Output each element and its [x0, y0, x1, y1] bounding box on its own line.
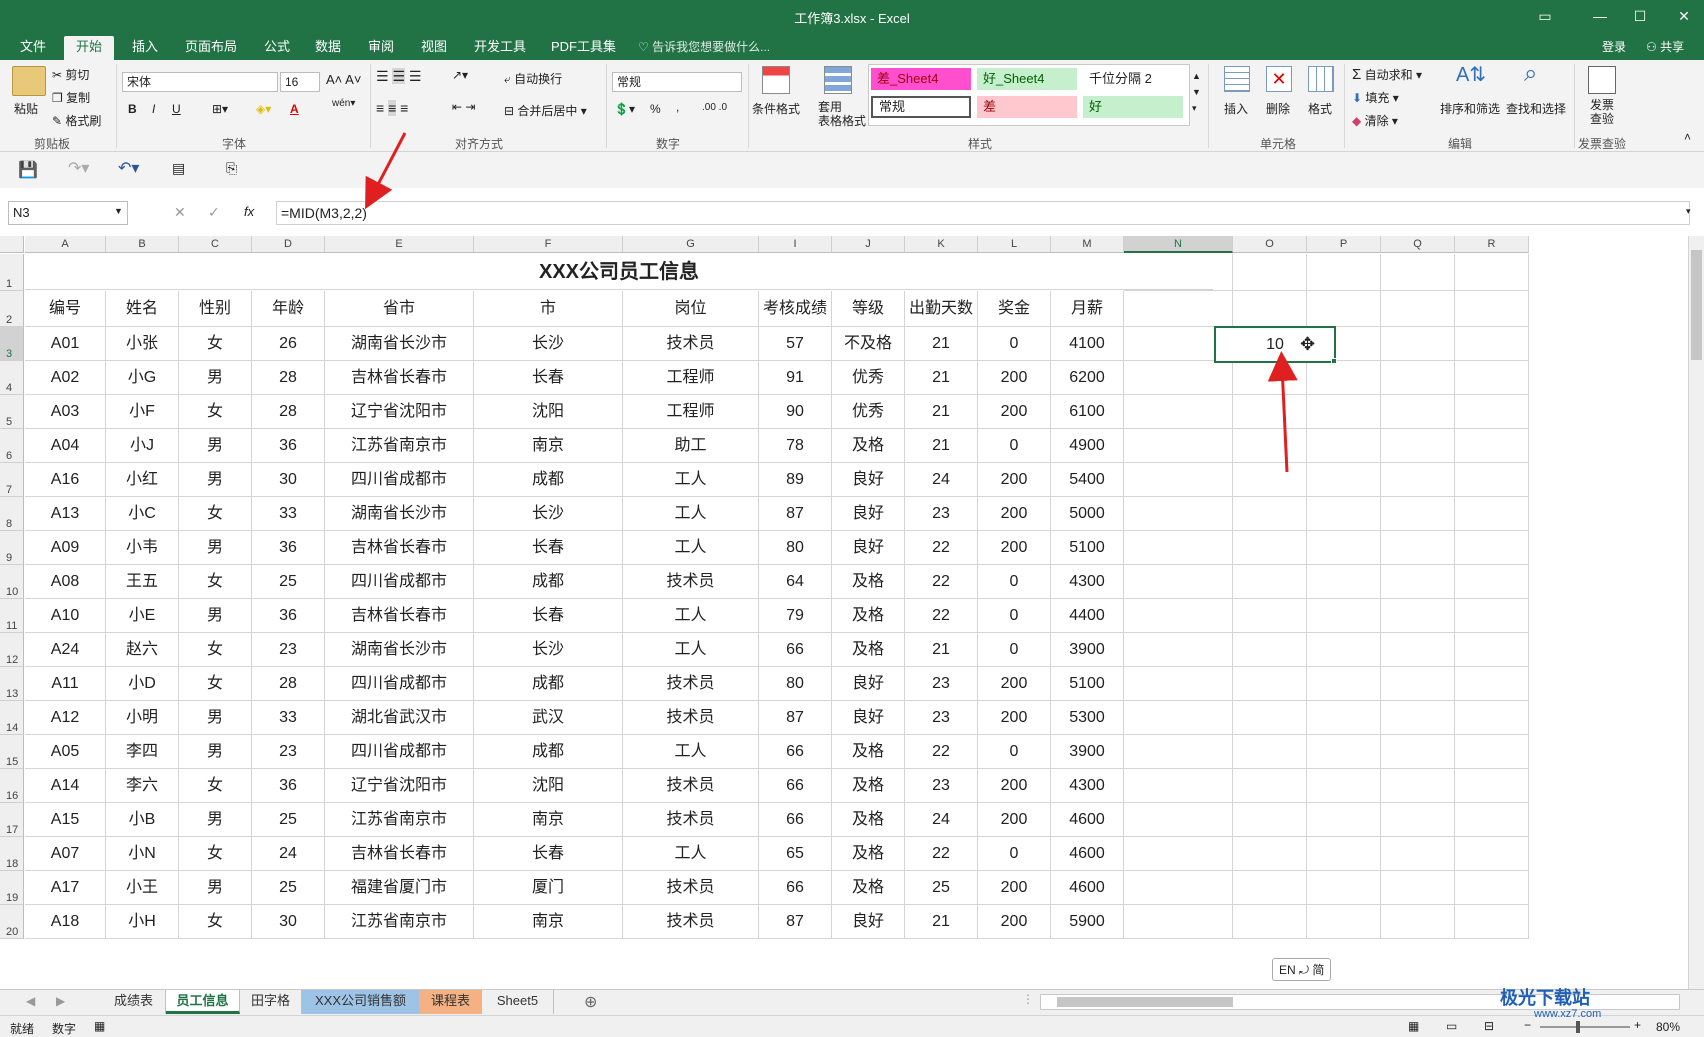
sheet-tab-scores[interactable]: 成绩表 — [102, 990, 166, 1014]
vertical-scrollbar[interactable] — [1688, 236, 1704, 989]
zoom-slider[interactable] — [1540, 1021, 1630, 1033]
sheet-tab-bar: ◀ ▶ 成绩表 员工信息 田字格 XXX公司销售额 课程表 Sheet5 ⊕ ⋮ — [0, 989, 1704, 1015]
status-num: 数字 — [52, 1022, 77, 1036]
page-break-view-icon[interactable]: ⊟ — [1484, 1019, 1494, 1033]
annotation-arrow-formula — [365, 132, 407, 210]
page-layout-view-icon[interactable]: ▭ — [1446, 1019, 1457, 1033]
next-sheet-icon[interactable]: ▶ — [56, 994, 65, 1008]
status-bar: 就绪 数字 ▦ ▦ ▭ ⊟ − + 80% — [0, 1015, 1704, 1037]
tab-split-handle[interactable]: ⋮ — [1022, 992, 1034, 1006]
sheet-tab-grid[interactable]: 田字格 — [240, 990, 302, 1014]
sheet-tab-sales[interactable]: XXX公司销售额 — [302, 990, 420, 1014]
normal-view-icon[interactable]: ▦ — [1408, 1019, 1419, 1033]
macro-record-icon[interactable]: ▦ — [94, 1019, 105, 1033]
zoom-in-icon[interactable]: + — [1634, 1018, 1641, 1032]
horizontal-scroll-thumb[interactable] — [1057, 997, 1233, 1007]
status-ready: 就绪 — [10, 1022, 35, 1036]
watermark-brand: 极光下载站 — [1500, 988, 1590, 1008]
sheet-tab-staff-info[interactable]: 员工信息 — [166, 990, 240, 1014]
zoom-level[interactable]: 80% — [1656, 1020, 1680, 1034]
arrow-to-n3 — [1267, 351, 1298, 473]
sheet-tab-sheet5[interactable]: Sheet5 — [482, 990, 554, 1014]
zoom-out-icon[interactable]: − — [1524, 1018, 1531, 1032]
zoom-slider-thumb[interactable] — [1576, 1021, 1580, 1033]
watermark-url: www.xz7.com — [1534, 1008, 1602, 1020]
prev-sheet-icon[interactable]: ◀ — [26, 994, 35, 1008]
add-sheet-icon[interactable]: ⊕ — [584, 992, 597, 1012]
sheet-tab-schedule[interactable]: 课程表 — [420, 990, 482, 1014]
annotation-arrows — [1267, 351, 1298, 473]
vertical-scroll-thumb[interactable] — [1691, 250, 1702, 360]
worksheet-grid: ABCDEFGIJKLMNOPQR 1 2 3 4 5 6 7 8 9 10 11 12 13 14 15 1… — [0, 236, 1688, 989]
